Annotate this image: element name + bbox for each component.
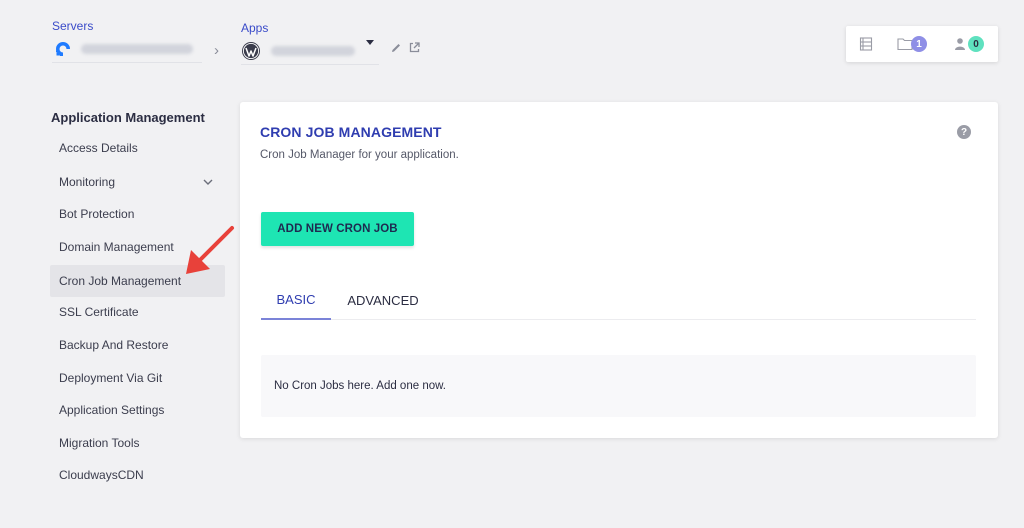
sidebar-item-label: Cron Job Management xyxy=(59,274,182,288)
sidebar-item-label: Migration Tools xyxy=(59,436,140,450)
apps-label: Apps xyxy=(241,21,269,35)
tab-basic[interactable]: BASIC xyxy=(261,280,331,320)
chevron-down-icon xyxy=(203,179,213,185)
sidebar-heading: Application Management xyxy=(51,110,205,125)
sidebar: Application Management Access Details Mo… xyxy=(50,108,226,482)
projects-button[interactable]: 1 xyxy=(897,36,927,52)
user-icon xyxy=(955,38,965,50)
sidebar-item-label: Access Details xyxy=(59,141,138,155)
page-title: CRON JOB MANAGEMENT xyxy=(260,124,442,140)
sidebar-item-deployment-via-git[interactable]: Deployment Via Git xyxy=(50,362,225,394)
server-name-redacted xyxy=(81,44,193,54)
edit-pencil-icon[interactable] xyxy=(390,42,402,54)
server-list-icon xyxy=(859,37,873,51)
sidebar-item-backup-and-restore[interactable]: Backup And Restore xyxy=(50,329,225,361)
app-selector[interactable]: Apps xyxy=(241,21,355,61)
app-dropdown-caret-icon[interactable] xyxy=(366,40,374,45)
team-button[interactable]: 0 xyxy=(954,36,984,52)
sidebar-item-label: CloudwaysCDN xyxy=(59,468,144,482)
sidebar-item-application-settings[interactable]: Application Settings xyxy=(50,394,225,426)
server-selector[interactable]: Servers xyxy=(52,19,193,59)
sidebar-item-access-details[interactable]: Access Details xyxy=(50,132,225,164)
empty-state: No Cron Jobs here. Add one now. xyxy=(261,355,976,417)
cron-job-card: CRON JOB MANAGEMENT Cron Job Manager for… xyxy=(240,102,998,438)
sidebar-item-label: Bot Protection xyxy=(59,207,135,221)
sidebar-item-label: Deployment Via Git xyxy=(59,371,163,385)
sidebar-item-label: Monitoring xyxy=(59,175,116,189)
empty-state-message: No Cron Jobs here. Add one now. xyxy=(274,380,446,392)
servers-label: Servers xyxy=(52,19,94,33)
sidebar-item-label: Application Settings xyxy=(59,403,165,417)
annotation-arrow-icon xyxy=(186,226,234,274)
add-new-cron-job-button[interactable]: ADD NEW CRON JOB xyxy=(261,212,414,246)
team-count-badge: 0 xyxy=(968,36,984,52)
cron-tabs: BASIC ADVANCED xyxy=(261,280,976,320)
digitalocean-icon xyxy=(56,42,70,56)
tab-advanced[interactable]: ADVANCED xyxy=(343,280,423,320)
help-icon[interactable]: ? xyxy=(957,125,971,139)
page-subtitle: Cron Job Manager for your application. xyxy=(260,149,459,161)
sidebar-item-label: Domain Management xyxy=(59,240,174,254)
topbar-icon-panel: 1 0 xyxy=(846,26,998,62)
app-selector-underline xyxy=(241,64,379,65)
sidebar-item-label: Backup And Restore xyxy=(59,338,169,352)
sidebar-item-label: SSL Certificate xyxy=(59,305,139,319)
sidebar-item-cloudwayscdn[interactable]: CloudwaysCDN xyxy=(50,459,225,491)
breadcrumb-chevron-icon: › xyxy=(214,42,219,59)
projects-count-badge: 1 xyxy=(911,36,927,52)
wordpress-icon xyxy=(242,42,260,60)
external-link-icon[interactable] xyxy=(408,41,421,54)
server-list-button[interactable] xyxy=(859,37,873,51)
app-name-redacted xyxy=(271,46,355,56)
server-selector-underline xyxy=(52,62,202,63)
sidebar-item-migration-tools[interactable]: Migration Tools xyxy=(50,427,225,459)
sidebar-item-ssl-certificate[interactable]: SSL Certificate xyxy=(50,296,225,328)
sidebar-item-monitoring[interactable]: Monitoring xyxy=(50,166,225,198)
